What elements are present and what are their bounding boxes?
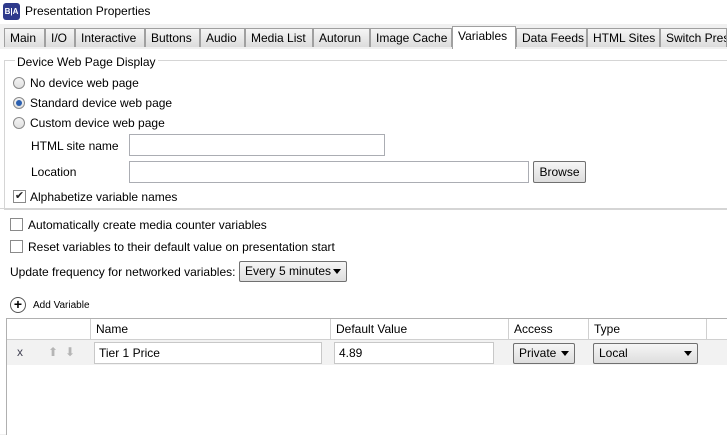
- no-device-web-page-label[interactable]: No device web page: [30, 76, 139, 90]
- variable-type-dropdown[interactable]: Local: [593, 343, 698, 364]
- tab-variables[interactable]: Variables: [452, 26, 516, 49]
- variables-table: Name Default Value Access Type x ⬆ ⬇ Tie…: [6, 318, 727, 435]
- chevron-down-icon: [333, 269, 341, 274]
- chevron-down-icon: [684, 351, 692, 356]
- no-device-web-page-radio[interactable]: [13, 77, 25, 89]
- move-down-arrow-icon[interactable]: ⬇: [65, 346, 75, 358]
- html-site-name-field[interactable]: [129, 134, 385, 156]
- column-header-spacer: [707, 319, 727, 340]
- location-label: Location: [31, 165, 77, 179]
- title-bar: B|A Presentation Properties: [0, 0, 727, 24]
- column-header-access[interactable]: Access: [509, 319, 589, 340]
- add-variable-button[interactable]: Add Variable: [33, 300, 90, 311]
- window-title: Presentation Properties: [25, 4, 151, 18]
- custom-device-web-page-label[interactable]: Custom device web page: [30, 116, 165, 130]
- tab-strip: Main I/O Interactive Buttons Audio Media…: [0, 26, 727, 50]
- column-header-default-value[interactable]: Default Value: [331, 319, 509, 340]
- variable-type-value: Local: [599, 346, 628, 360]
- tab-main[interactable]: Main: [4, 28, 45, 47]
- delete-variable-button[interactable]: x: [17, 345, 23, 359]
- column-header-controls: [7, 319, 91, 340]
- tab-html-sites[interactable]: HTML Sites: [587, 28, 660, 47]
- tab-buttons[interactable]: Buttons: [145, 28, 200, 47]
- column-header-name[interactable]: Name: [91, 319, 331, 340]
- tab-io[interactable]: I/O: [45, 28, 75, 47]
- section-divider: [0, 208, 727, 209]
- tab-interactive[interactable]: Interactive: [75, 28, 145, 47]
- reset-variables-label[interactable]: Reset variables to their default value o…: [28, 240, 335, 254]
- update-frequency-dropdown[interactable]: Every 5 minutes: [239, 261, 347, 282]
- chevron-down-icon: [561, 351, 569, 356]
- column-header-type[interactable]: Type: [589, 319, 707, 340]
- app-icon: B|A: [3, 3, 20, 20]
- alphabetize-label[interactable]: Alphabetize variable names: [30, 190, 177, 204]
- auto-media-counter-checkbox[interactable]: [10, 218, 23, 231]
- html-site-name-label: HTML site name: [31, 139, 119, 153]
- update-frequency-value: Every 5 minutes: [245, 264, 332, 278]
- tab-data-feeds[interactable]: Data Feeds: [516, 28, 587, 47]
- update-frequency-label: Update frequency for networked variables…: [10, 265, 236, 279]
- tab-audio[interactable]: Audio: [200, 28, 245, 47]
- reset-variables-checkbox[interactable]: [10, 240, 23, 253]
- alphabetize-checkbox[interactable]: ✔: [13, 190, 26, 203]
- variable-access-value: Private: [519, 346, 557, 360]
- tab-switch-pres[interactable]: Switch Pres: [660, 28, 727, 47]
- add-variable-icon[interactable]: +: [10, 297, 26, 313]
- standard-device-web-page-label[interactable]: Standard device web page: [30, 96, 172, 110]
- device-web-page-legend: Device Web Page Display: [15, 55, 158, 69]
- tab-media-list[interactable]: Media List: [245, 28, 313, 47]
- location-field[interactable]: [129, 161, 529, 183]
- browse-button[interactable]: Browse: [533, 161, 586, 183]
- variable-default-value-field[interactable]: 4.89: [334, 342, 494, 364]
- standard-device-web-page-radio[interactable]: [13, 97, 25, 109]
- auto-media-counter-label[interactable]: Automatically create media counter varia…: [28, 218, 267, 232]
- tab-image-cache[interactable]: Image Cache: [370, 28, 452, 47]
- move-up-arrow-icon[interactable]: ⬆: [48, 346, 58, 358]
- variable-access-dropdown[interactable]: Private: [513, 343, 575, 364]
- tab-autorun[interactable]: Autorun: [313, 28, 370, 47]
- variable-name-field[interactable]: Tier 1 Price: [94, 342, 322, 364]
- custom-device-web-page-radio[interactable]: [13, 117, 25, 129]
- table-row: x ⬆ ⬇ Tier 1 Price 4.89 Private Local: [7, 340, 727, 365]
